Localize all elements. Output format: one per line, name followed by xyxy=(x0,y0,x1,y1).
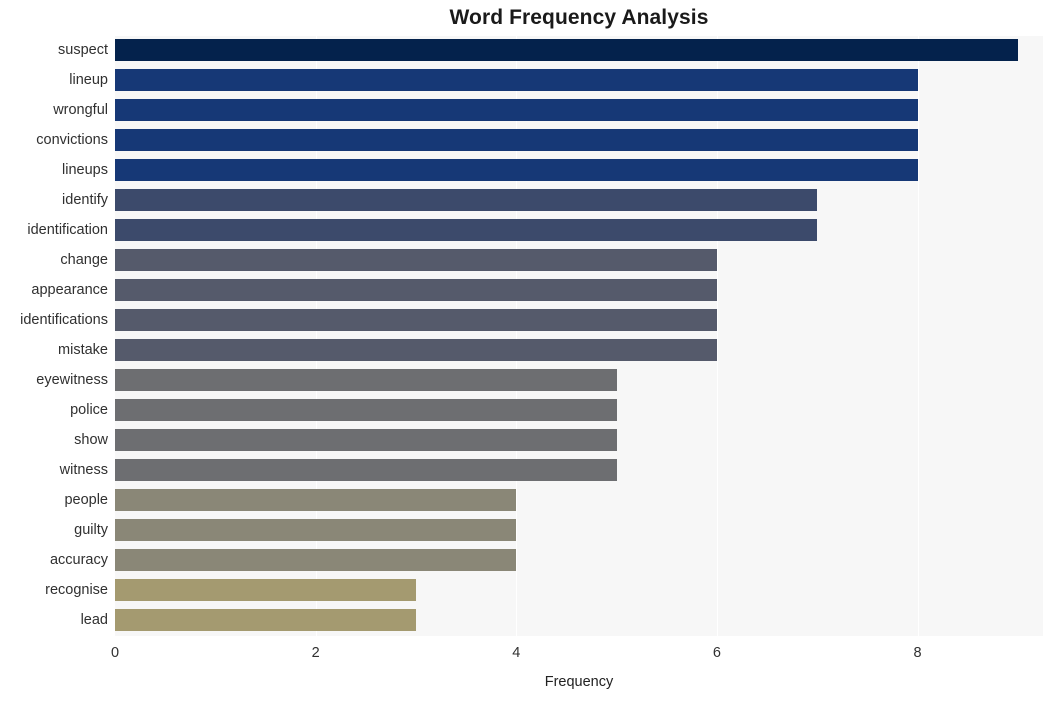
bar-row[interactable] xyxy=(115,366,1043,394)
y-tick-label: show xyxy=(74,432,108,448)
bar[interactable] xyxy=(115,99,918,121)
bar[interactable] xyxy=(115,279,717,301)
y-tick-label: convictions xyxy=(36,132,108,148)
bar-row[interactable] xyxy=(115,516,1043,544)
bar[interactable] xyxy=(115,399,617,421)
y-tick-label: police xyxy=(70,402,108,418)
y-tick-label: suspect xyxy=(58,42,108,58)
bar[interactable] xyxy=(115,429,617,451)
x-tick-label: 6 xyxy=(712,645,721,661)
bar[interactable] xyxy=(115,579,416,601)
plot-area xyxy=(115,36,1043,636)
y-tick-label: change xyxy=(60,252,108,268)
word-frequency-chart-figure: Word Frequency Analysis suspect lineup wro… xyxy=(0,0,1055,701)
bar-row[interactable] xyxy=(115,576,1043,604)
bar-row[interactable] xyxy=(115,186,1043,214)
bar[interactable] xyxy=(115,189,818,211)
bar[interactable] xyxy=(115,159,918,181)
bar[interactable] xyxy=(115,129,918,151)
x-tick-label: 0 xyxy=(110,645,120,661)
y-tick-label: eyewitness xyxy=(36,372,108,388)
y-tick-label: accuracy xyxy=(49,552,108,568)
y-tick-label: wrongful xyxy=(53,102,108,118)
bar[interactable] xyxy=(115,309,717,331)
x-tick-label: 4 xyxy=(512,645,521,661)
bar-row[interactable] xyxy=(115,276,1043,304)
bar-row[interactable] xyxy=(115,66,1043,94)
bar-row[interactable] xyxy=(115,306,1043,334)
bar[interactable] xyxy=(115,609,416,631)
x-axis-title: Frequency xyxy=(544,674,614,690)
bar[interactable] xyxy=(115,549,517,571)
bar[interactable] xyxy=(115,519,517,541)
bar[interactable] xyxy=(115,489,517,511)
bar[interactable] xyxy=(115,459,617,481)
y-tick-label: lead xyxy=(80,612,108,628)
y-tick-label: guilty xyxy=(74,522,108,538)
y-tick-label: identification xyxy=(27,222,108,238)
bar-row[interactable] xyxy=(115,456,1043,484)
y-tick-label: lineup xyxy=(69,72,108,88)
bar-row[interactable] xyxy=(115,36,1043,64)
bar-row[interactable] xyxy=(115,216,1043,244)
y-tick-label: mistake xyxy=(58,342,108,358)
y-tick-label: identifications xyxy=(20,312,108,328)
bar-row[interactable] xyxy=(115,156,1043,184)
y-tick-label: people xyxy=(64,492,108,508)
y-axis-labels: suspect lineup wrongful convictions lineups i… xyxy=(0,36,108,636)
x-tick-label: 2 xyxy=(311,645,320,661)
y-tick-label: witness xyxy=(59,462,108,478)
bar-row[interactable] xyxy=(115,246,1043,274)
bar-row[interactable] xyxy=(115,96,1043,124)
bar-row[interactable] xyxy=(115,546,1043,574)
bar[interactable] xyxy=(115,219,818,241)
bar-row[interactable] xyxy=(115,606,1043,634)
y-tick-label: identify xyxy=(62,192,108,208)
bar-row[interactable] xyxy=(115,426,1043,454)
bar[interactable] xyxy=(115,339,717,361)
bar-row[interactable] xyxy=(115,336,1043,364)
y-tick-label: lineups xyxy=(62,162,108,178)
y-tick-label: recognise xyxy=(45,582,108,598)
bar[interactable] xyxy=(115,369,617,391)
bar-row[interactable] xyxy=(115,126,1043,154)
y-tick-label: appearance xyxy=(31,282,108,298)
bar[interactable] xyxy=(115,249,717,271)
bar[interactable] xyxy=(115,69,918,91)
bar-row[interactable] xyxy=(115,486,1043,514)
chart-title: Word Frequency Analysis xyxy=(449,6,709,29)
bar[interactable] xyxy=(115,39,1018,61)
x-tick-label: 8 xyxy=(913,645,922,661)
bar-row[interactable] xyxy=(115,396,1043,424)
bars-layer xyxy=(115,36,1043,636)
